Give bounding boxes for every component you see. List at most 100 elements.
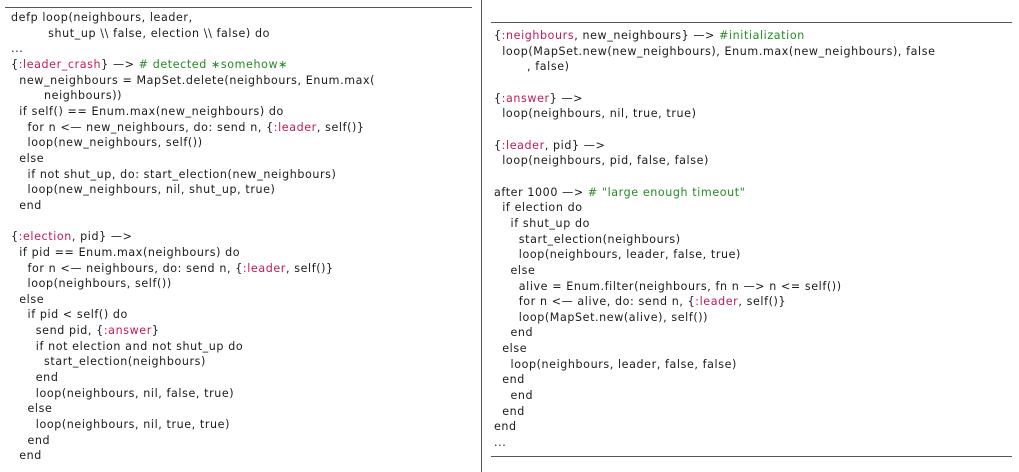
code-token: } [151,324,160,338]
atom-token: :leader [273,120,317,134]
code-token: ... [494,436,507,450]
code-line: for n <— neighbours, do: send n, {:leade… [11,262,334,275]
code-token: loop(neighbours, self()) [11,277,172,291]
top-rule-right [491,22,1012,23]
code-line: start_election(neighbours) [11,355,206,368]
code-token: if pid == Enum.max(neighbours) do [11,245,241,259]
code-token: defp loop(neighbours, leader, [11,11,193,24]
code-line: else [11,293,44,306]
code-token: ... [11,42,24,56]
code-line: ... [11,42,23,55]
code-token: , new_neighbours} —> [574,29,720,42]
bottom-rule-right [491,456,1012,457]
code-token: shut_up \\ false, election \\ false) do [11,26,271,40]
atom-token: :neighbours [501,29,575,42]
code-token: end [494,389,534,403]
code-token: else [494,342,528,356]
code-line: shut_up \\ false, election \\ false) do [11,27,270,40]
code-line: if pid == Enum.max(neighbours) do [11,246,240,259]
code-token: start_election(neighbours) [494,232,681,246]
code-line: end [494,420,517,433]
code-token: } —> [549,91,584,105]
code-line: end [494,389,533,402]
code-token: { [494,29,502,42]
code-line: , false) [494,60,570,73]
code-token: if election do [494,201,583,215]
code-token: end [11,371,59,385]
code-token: for n <— alive, do: send n, { [494,295,696,309]
code-token: end [11,198,42,212]
code-token: if pid < self() do [11,308,128,322]
code-token: , self()} [285,261,334,275]
code-line: if shut_up do [494,217,590,230]
code-line: {:leader, pid} —> [494,139,605,152]
code-line: else [11,152,44,165]
code-token: for n <— neighbours, do: send n, { [11,261,243,275]
code-token: send pid, { [11,324,104,338]
code-line: end [11,371,58,384]
top-rule-left [5,7,472,8]
code-token: , pid} —> [544,138,606,152]
code-line: end [11,434,50,447]
code-line: if self() == Enum.max(new_neighbours) do [11,105,284,118]
atom-token: :leader [501,138,545,152]
code-token: { [11,57,19,71]
code-line: {:neighbours, new_neighbours} —> #initia… [494,29,805,42]
comment-token: # detected ∗somehow∗ [138,57,289,71]
code-line: loop(MapSet.new(new_neighbours), Enum.ma… [494,45,936,58]
code-token: loop(MapSet.new(new_neighbours), Enum.ma… [494,44,936,58]
code-token: , self()} [316,120,365,134]
code-line: loop(MapSet.new(alive), self()) [494,311,708,324]
code-line: loop(new_neighbours, nil, shut_up, true) [11,183,275,196]
atom-token: :leader [695,295,739,309]
code-line: for n <— new_neighbours, do: send n, {:l… [11,121,365,134]
code-token: start_election(neighbours) [11,355,206,369]
code-token: loop(new_neighbours, nil, shut_up, true) [11,183,276,197]
column-separator [481,0,482,472]
code-token: loop(MapSet.new(alive), self()) [494,310,709,324]
code-line: send pid, {:answer} [11,324,160,337]
code-line: neighbours)) [11,89,122,102]
code-token: } —> [101,57,139,71]
code-token: , self()} [738,295,787,309]
code-token: loop(neighbours, leader, false, false) [494,357,737,371]
atom-token: :leader_crash [18,57,102,71]
code-token: new_neighbours = MapSet.delete(neighbour… [11,73,376,87]
code-line: {:answer} —> [494,92,583,105]
code-token: end [494,420,517,434]
code-token: if not shut_up, do: start_election(new_n… [11,167,337,181]
comment-token: #initialization [719,29,805,42]
code-line: if pid < self() do [11,308,128,321]
code-line: alive = Enum.filter(neighbours, fn n —> … [494,280,842,293]
code-line: loop(neighbours, leader, false, false) [494,358,737,371]
code-token: end [494,326,534,340]
code-token: loop(new_neighbours, self()) [11,136,203,150]
code-line: loop(neighbours, pid, false, false) [494,154,709,167]
code-token: if shut_up do [494,216,590,230]
code-token: loop(neighbours, nil, false, true) [11,386,235,400]
code-token: end [494,373,525,387]
code-token: neighbours)) [11,89,123,103]
code-line: loop(neighbours, nil, true, true) [494,107,697,120]
code-token: else [494,263,536,277]
code-token: else [11,402,53,416]
code-token: , false) [494,60,570,74]
code-line: {:election, pid} —> [11,230,133,243]
code-token: loop(neighbours, pid, false, false) [494,154,709,168]
code-token: after 1000 —> [494,185,588,199]
code-token: { [494,138,502,152]
code-line: if not shut_up, do: start_election(new_n… [11,168,337,181]
code-token: loop(neighbours, nil, true, true) [11,418,231,432]
code-line: loop(neighbours, self()) [11,277,172,290]
code-line: if election do [494,201,583,214]
atom-token: :answer [501,91,550,105]
atom-token: :answer [103,324,152,338]
code-token: , pid} —> [71,230,133,244]
code-line: ... [494,436,506,449]
code-token: if self() == Enum.max(new_neighbours) do [11,104,284,118]
code-token: { [494,91,502,105]
code-line: loop(neighbours, nil, false, true) [11,387,234,400]
code-token: if not election and not shut_up do [11,339,244,353]
code-line: {:leader_crash} —> # detected ∗somehow∗ [11,58,288,71]
code-line: start_election(neighbours) [494,233,681,246]
